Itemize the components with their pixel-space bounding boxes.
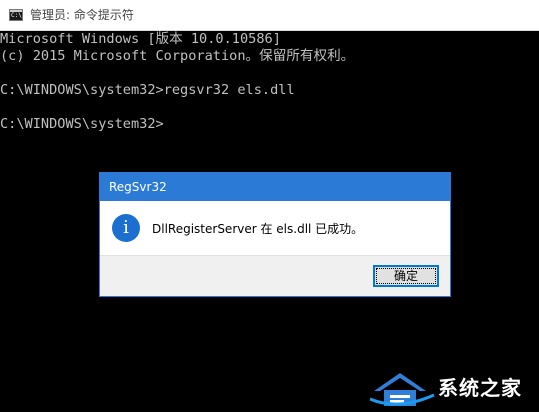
console-line: C:\WINDOWS\system32>regsvr32 els.dll [0, 82, 295, 98]
ok-button[interactable]: 确定 [373, 265, 439, 287]
house-logo-icon [370, 373, 435, 406]
dialog-footer: 确定 [100, 255, 450, 296]
console-output[interactable]: Microsoft Windows [版本 10.0.10586] (c) 20… [0, 31, 539, 133]
window-title: 管理员: 命令提示符 [30, 8, 134, 22]
regsvr32-dialog: RegSvr32 i DllRegisterServer 在 els.dll 已… [99, 172, 451, 297]
dialog-message: DllRegisterServer 在 els.dll 已成功。 [152, 222, 364, 236]
cmd-icon: C:\. [9, 9, 25, 21]
console-prompt: C:\WINDOWS\system32> [0, 116, 164, 132]
console-line: (c) 2015 Microsoft Corporation。保留所有权利。 [0, 48, 355, 64]
window-titlebar[interactable]: C:\. 管理员: 命令提示符 [0, 0, 539, 31]
watermark: 系统之家 [368, 366, 539, 412]
console-line: Microsoft Windows [版本 10.0.10586] [0, 31, 281, 47]
dialog-titlebar[interactable]: RegSvr32 [100, 173, 450, 201]
dialog-title: RegSvr32 [109, 180, 167, 194]
info-icon: i [112, 214, 140, 242]
dialog-body: i DllRegisterServer 在 els.dll 已成功。 [100, 201, 450, 255]
watermark-text: 系统之家 [438, 376, 522, 400]
command-prompt-window: C:\. 管理员: 命令提示符 Microsoft Windows [版本 10… [0, 0, 539, 412]
